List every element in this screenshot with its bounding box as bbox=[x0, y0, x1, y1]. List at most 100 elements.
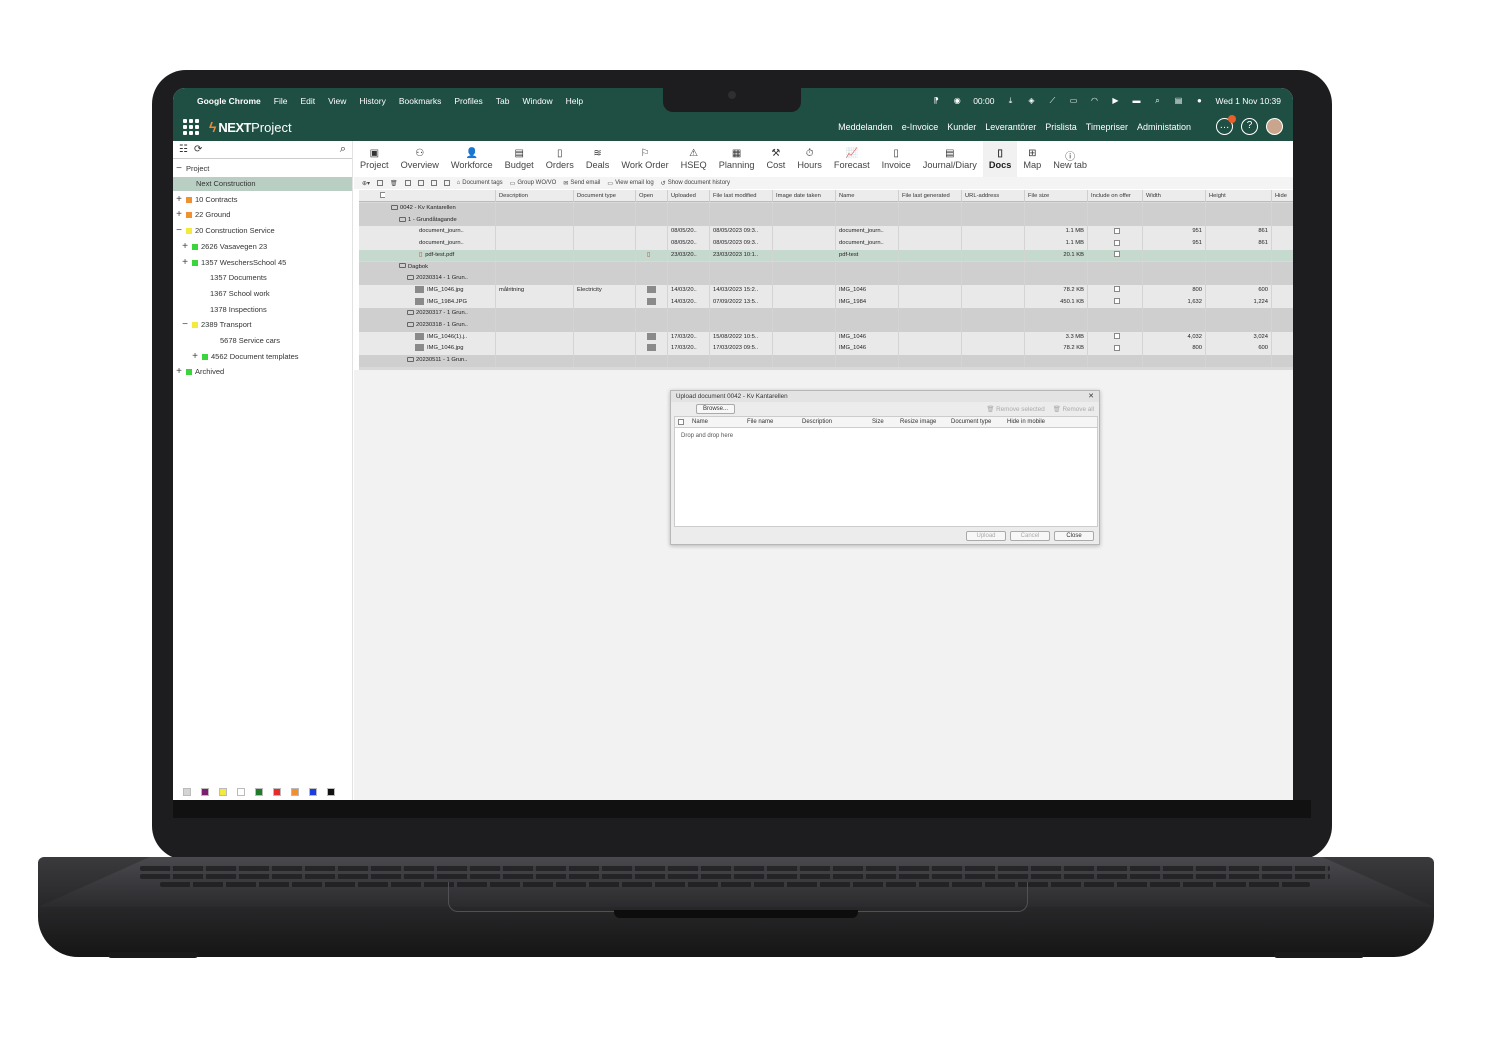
download-icon[interactable]: ⤓ bbox=[1005, 96, 1015, 105]
menu-edit[interactable]: Edit bbox=[300, 96, 315, 106]
tab-invoice[interactable]: ▯ Invoice bbox=[876, 141, 917, 177]
file-icon[interactable] bbox=[430, 180, 437, 186]
column-header[interactable]: Open bbox=[635, 190, 667, 202]
app-launcher-icon[interactable] bbox=[183, 119, 199, 135]
expand-toggle-icon[interactable]: − bbox=[175, 224, 183, 238]
copy-icon[interactable] bbox=[404, 180, 411, 186]
sidebar-item[interactable]: − 2389 Transport bbox=[181, 318, 251, 332]
palette-swatch[interactable] bbox=[219, 788, 227, 796]
help-icon[interactable]: ? bbox=[1241, 118, 1258, 135]
menu-view[interactable]: View bbox=[328, 96, 346, 106]
avatar[interactable] bbox=[1266, 118, 1283, 135]
menu-help[interactable]: Help bbox=[566, 96, 583, 106]
column-header[interactable]: Height bbox=[1205, 190, 1271, 202]
sidebar-item[interactable]: +22 Ground bbox=[175, 208, 230, 222]
wifi-icon[interactable]: ◠ bbox=[1089, 96, 1099, 105]
table-row[interactable]: 20230314 - 1 Grun.. bbox=[359, 273, 1293, 285]
column-header[interactable]: Document type bbox=[573, 190, 635, 202]
table-row[interactable]: document_journ.. 08/05/20.. 08/05/2023 09:… bbox=[359, 226, 1293, 239]
play-icon[interactable]: ▶ bbox=[1110, 96, 1120, 105]
table-row[interactable]: document_journ.. 08/05/20.. 08/05/2023 09:… bbox=[359, 238, 1293, 250]
table-row[interactable]: 20230317 - 1 Grun.. bbox=[359, 308, 1293, 320]
table-row[interactable]: 20230318 - 1 Grun.. bbox=[359, 320, 1293, 332]
tab-work-order[interactable]: ⚐ Work Order bbox=[615, 141, 674, 177]
column-header[interactable]: File last generated bbox=[898, 190, 961, 202]
save-icon[interactable] bbox=[377, 180, 384, 186]
nav-kunder[interactable]: Kunder bbox=[947, 122, 976, 132]
palette-swatch[interactable] bbox=[201, 788, 209, 796]
move-icon[interactable] bbox=[417, 180, 424, 186]
col-hide-in-mobile[interactable]: Hide in mobile bbox=[1007, 417, 1045, 428]
clock[interactable]: Wed 1 Nov 10:39 bbox=[1215, 96, 1281, 106]
cancel-button[interactable]: Cancel bbox=[1010, 531, 1050, 541]
siri-icon[interactable]: ● bbox=[1194, 96, 1204, 105]
column-header[interactable]: Description bbox=[495, 190, 573, 202]
table-row[interactable]: IMG_1046.jpg målritning Electricity 14/03/2… bbox=[359, 284, 1293, 297]
col-size[interactable]: Size bbox=[872, 417, 884, 428]
include-on-offer-checkbox[interactable] bbox=[1113, 239, 1120, 246]
image-preview-icon[interactable] bbox=[647, 332, 656, 340]
expand-toggle-icon[interactable]: + bbox=[191, 350, 199, 364]
logo[interactable]: ϟ NEXT Project bbox=[209, 119, 292, 135]
tab-journal-diary[interactable]: ▤ Journal/Diary bbox=[917, 141, 983, 177]
sidebar-item[interactable]: Next Construction bbox=[173, 177, 352, 191]
action-send-email[interactable]: ✉ Send email bbox=[563, 180, 600, 187]
expand-toggle-icon[interactable]: + bbox=[175, 193, 183, 207]
tab-workforce[interactable]: 👤 Workforce bbox=[445, 141, 499, 177]
include-on-offer-checkbox[interactable] bbox=[1113, 333, 1120, 340]
table-row[interactable]: 1 - Grundåtagande bbox=[359, 214, 1293, 227]
menu-bookmarks[interactable]: Bookmarks bbox=[399, 96, 442, 106]
upload-button[interactable]: Upload bbox=[966, 531, 1006, 541]
display-icon[interactable]: ▭ bbox=[1068, 96, 1078, 105]
include-on-offer-checkbox[interactable] bbox=[1113, 251, 1120, 258]
sidebar-item[interactable]: +1357 WeschersSchool 45 bbox=[181, 256, 286, 270]
chat-icon[interactable]: … bbox=[1216, 115, 1236, 135]
tab-hours[interactable]: ⏱ Hours bbox=[791, 141, 828, 177]
sidebar-item[interactable]: 1367 School work bbox=[199, 287, 270, 301]
col-file-name[interactable]: File name bbox=[747, 417, 773, 428]
sidebar-item[interactable]: 5678 Service cars bbox=[209, 334, 280, 348]
expand-toggle-icon[interactable]: + bbox=[181, 256, 189, 270]
close-button[interactable]: Close bbox=[1054, 531, 1094, 541]
palette-swatch[interactable] bbox=[309, 788, 317, 796]
tab-overview[interactable]: ⚇ Overview bbox=[395, 141, 445, 177]
table-row[interactable]: IMG_1046.jpg 17/03/20.. 17/03/2023 09:5.. I… bbox=[359, 343, 1293, 356]
table-row[interactable]: Dagbok bbox=[359, 261, 1293, 274]
palette-swatch[interactable] bbox=[255, 788, 263, 796]
expand-toggle-icon[interactable]: − bbox=[181, 318, 189, 332]
menu-window[interactable]: Window bbox=[522, 96, 552, 106]
nav-prislista[interactable]: Prislista bbox=[1045, 122, 1077, 132]
expand-toggle-icon[interactable]: + bbox=[175, 208, 183, 222]
tab-project[interactable]: ▣ Project bbox=[354, 141, 395, 177]
tab-cost[interactable]: ⚒ Cost bbox=[760, 141, 791, 177]
expand-toggle-icon[interactable]: + bbox=[181, 240, 189, 254]
menu-profiles[interactable]: Profiles bbox=[454, 96, 482, 106]
nav-timepriser[interactable]: Timepriser bbox=[1086, 122, 1128, 132]
tab-forecast[interactable]: 📈 Forecast bbox=[828, 141, 876, 177]
add-icon[interactable]: ⊕▾ bbox=[362, 180, 370, 187]
table-row[interactable]: 0042 - Kv Kantarellen bbox=[359, 203, 1293, 215]
drop-zone-text[interactable]: Drop and drop here bbox=[675, 428, 1097, 444]
include-on-offer-checkbox[interactable] bbox=[1113, 298, 1120, 305]
col-document-type[interactable]: Document type bbox=[951, 417, 991, 428]
tree-toggle-icon[interactable]: ☷ bbox=[179, 144, 188, 155]
image-preview-icon[interactable] bbox=[647, 297, 656, 305]
palette-swatch[interactable] bbox=[237, 788, 245, 796]
tab-docs[interactable]: ▯ Docs bbox=[982, 141, 1018, 177]
table-row[interactable]: ▯ pdf-test.pdf ▯ 23/03/20.. 23/03/2023 10:1.… bbox=[359, 249, 1293, 262]
expand-toggle-icon[interactable]: + bbox=[175, 365, 183, 379]
sidebar-item[interactable]: +2626 Vasavegen 23 bbox=[181, 240, 267, 254]
tab-new-tab[interactable]: ⓘ New tab bbox=[1047, 141, 1093, 177]
nav-leverantorer[interactable]: Leverantörer bbox=[985, 122, 1036, 132]
timer-readout[interactable]: 00:00 bbox=[973, 96, 994, 106]
include-on-offer-checkbox[interactable] bbox=[1113, 286, 1120, 293]
menu-app-name[interactable]: Google Chrome bbox=[197, 96, 261, 106]
tab-planning[interactable]: ▦ Planning bbox=[713, 141, 761, 177]
sidebar-item[interactable]: +4562 Document templates bbox=[191, 350, 298, 364]
table-row[interactable]: 20230511 - 1 Grun.. bbox=[359, 355, 1293, 367]
tree-root[interactable]: − Project bbox=[175, 162, 209, 176]
palette-swatch[interactable] bbox=[273, 788, 281, 796]
column-header[interactable]: Include on offer bbox=[1087, 190, 1142, 202]
remove-selected-button[interactable]: 🗑 Remove selected bbox=[986, 405, 1044, 413]
menu-file[interactable]: File bbox=[274, 96, 288, 106]
